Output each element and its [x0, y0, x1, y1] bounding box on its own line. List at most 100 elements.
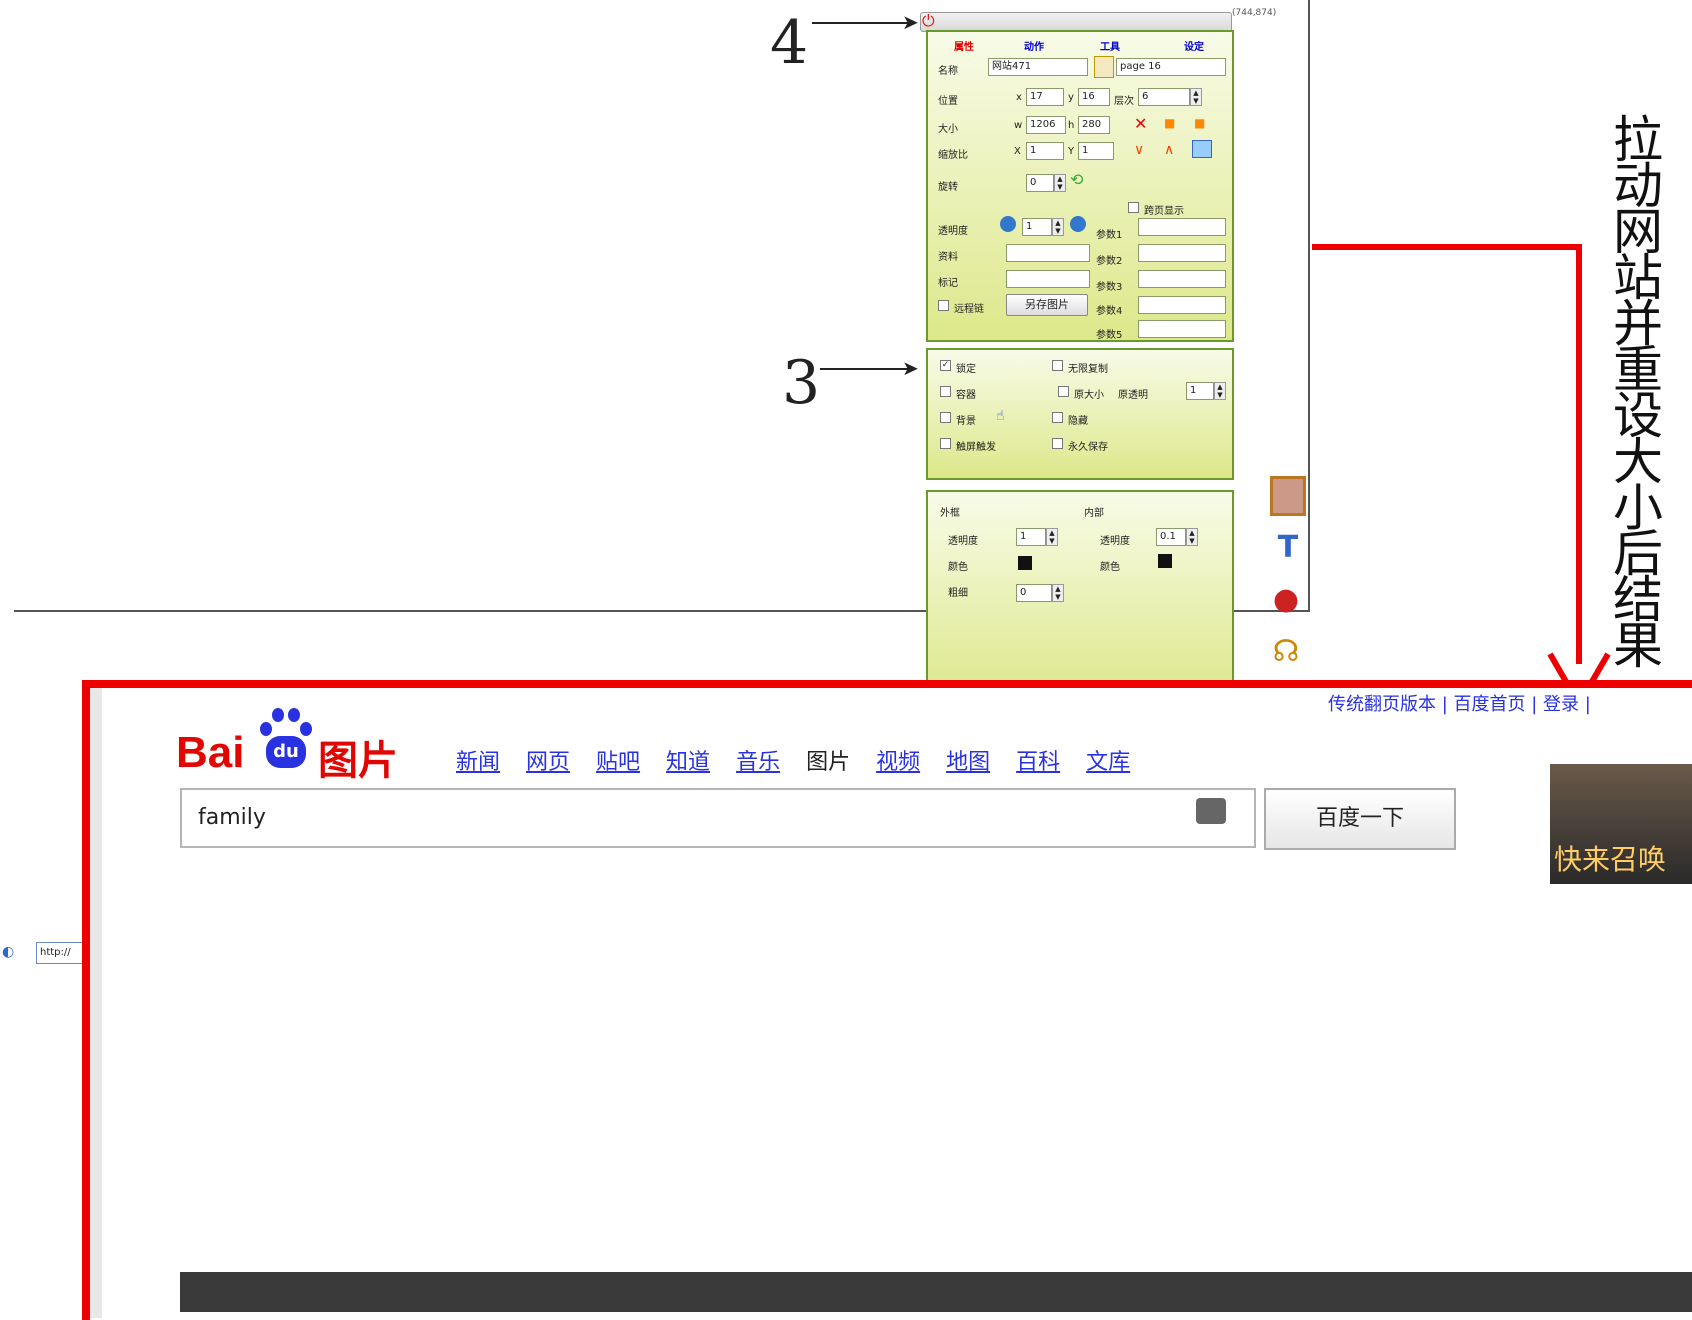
- outer-color-swatch[interactable]: [1018, 556, 1032, 570]
- width-spinner[interactable]: ▲ ▼: [1052, 584, 1064, 602]
- rotate-spinner[interactable]: ▲ ▼: [1054, 174, 1066, 192]
- outer-trans-input[interactable]: 1: [1016, 528, 1046, 546]
- side-caption-char: 大: [1613, 433, 1663, 491]
- note-icon[interactable]: [1094, 56, 1114, 78]
- orig-trans-spinner[interactable]: ▲ ▼: [1214, 382, 1226, 400]
- red-guide-horizontal: [1312, 244, 1582, 250]
- touch-checkbox[interactable]: [940, 438, 951, 449]
- mark-input[interactable]: [1006, 270, 1090, 288]
- panel-title-bar[interactable]: [920, 12, 1232, 32]
- transparency-spinner[interactable]: ▲ ▼: [1052, 218, 1064, 236]
- remote-link-checkbox[interactable]: [938, 300, 949, 311]
- move-down-icon[interactable]: ∨: [1134, 142, 1144, 158]
- flip-icon[interactable]: ⟲: [1070, 170, 1083, 189]
- ad-banner[interactable]: 快来召唤: [1550, 764, 1692, 884]
- inner-trans-input[interactable]: 0.1: [1156, 528, 1186, 546]
- data-label: 资料: [938, 252, 958, 263]
- inner-color-swatch[interactable]: [1158, 554, 1172, 568]
- container-label: 容器: [956, 390, 976, 401]
- side-caption-char: 设: [1613, 387, 1663, 445]
- text-icon[interactable]: T: [1268, 530, 1308, 570]
- power-icon[interactable]: ⏻: [922, 12, 940, 30]
- background-checkbox[interactable]: [940, 412, 951, 423]
- nav-link-6[interactable]: 视频: [876, 750, 920, 775]
- layout-icon[interactable]: [1192, 140, 1212, 158]
- param5-input[interactable]: [1138, 320, 1226, 338]
- data-input[interactable]: [1006, 244, 1090, 262]
- nav-link-4[interactable]: 音乐: [736, 750, 780, 775]
- param3-input[interactable]: [1138, 270, 1226, 288]
- rotate-input[interactable]: 0: [1026, 174, 1054, 192]
- scale-label: 缩放比: [938, 150, 968, 161]
- orig-size-label: 原大小: [1074, 390, 1104, 401]
- nav-link-7[interactable]: 地图: [946, 750, 990, 775]
- nav-link-5[interactable]: 图片: [806, 750, 850, 775]
- paste-icon[interactable]: ■: [1194, 116, 1205, 130]
- baidu-nav: 新闻 网页 贴吧 知道 音乐 图片 视频 地图 百科 文库: [456, 744, 1156, 776]
- trans-prev-icon[interactable]: [1000, 216, 1016, 232]
- hide-checkbox[interactable]: [1052, 412, 1063, 423]
- lock-checkbox[interactable]: ✓: [940, 360, 951, 371]
- side-caption-char: 果: [1613, 617, 1663, 675]
- inner-trans-spinner[interactable]: ▲ ▼: [1186, 528, 1198, 546]
- layer-label: 层次: [1114, 96, 1134, 107]
- trans-next-icon[interactable]: [1070, 216, 1086, 232]
- flash-icon[interactable]: ●: [1266, 582, 1306, 622]
- tab-settings[interactable]: 设定: [1184, 38, 1204, 53]
- width-input[interactable]: 0: [1016, 584, 1052, 602]
- transparency-label: 透明度: [938, 226, 968, 237]
- nav-link-0[interactable]: 新闻: [456, 750, 500, 775]
- orig-trans-input[interactable]: 1: [1186, 382, 1214, 400]
- h-input[interactable]: 280: [1078, 116, 1110, 134]
- nav-link-2[interactable]: 贴吧: [596, 750, 640, 775]
- y-input[interactable]: 16: [1078, 88, 1110, 106]
- nav-link-3[interactable]: 知道: [666, 750, 710, 775]
- cross-page-checkbox[interactable]: [1128, 202, 1139, 213]
- search-input[interactable]: family: [180, 788, 1256, 848]
- globe-small-icon: ◐: [2, 944, 15, 960]
- orig-size-checkbox[interactable]: [1058, 386, 1069, 397]
- outer-frame-label: 外框: [940, 508, 960, 519]
- size-label: 大小: [938, 124, 958, 135]
- param1-label: 参数1: [1096, 230, 1123, 241]
- delete-icon[interactable]: ✕: [1134, 114, 1147, 133]
- tab-tools[interactable]: 工具: [1100, 38, 1120, 53]
- hand-icon[interactable]: ☝: [996, 408, 1005, 424]
- camera-icon[interactable]: [1196, 798, 1226, 824]
- scale-y-input[interactable]: 1: [1078, 142, 1114, 160]
- param4-input[interactable]: [1138, 296, 1226, 314]
- nav-link-8[interactable]: 百科: [1016, 750, 1060, 775]
- audio-icon[interactable]: ☊: [1266, 634, 1306, 674]
- image-icon[interactable]: [1270, 476, 1306, 516]
- outer-trans-spinner[interactable]: ▲ ▼: [1046, 528, 1058, 546]
- nav-link-9[interactable]: 文库: [1086, 750, 1130, 775]
- page-input[interactable]: page 16: [1116, 58, 1226, 76]
- x-input[interactable]: 17: [1026, 88, 1064, 106]
- properties-panel: 属性 动作 工具 设定 名称 网站471 page 16 位置 x 17 y 1…: [926, 30, 1234, 342]
- w-input[interactable]: 1206: [1026, 116, 1066, 134]
- param2-input[interactable]: [1138, 244, 1226, 262]
- mark-label: 标记: [938, 278, 958, 289]
- baidu-logo-text: Bai: [176, 728, 245, 777]
- scale-x-input[interactable]: 1: [1026, 142, 1064, 160]
- no-copy-checkbox[interactable]: [1052, 360, 1063, 371]
- tab-actions[interactable]: 动作: [1024, 38, 1044, 53]
- baidu-left-gutter: [90, 688, 102, 1318]
- permanent-checkbox[interactable]: [1052, 438, 1063, 449]
- tab-properties[interactable]: 属性: [954, 38, 974, 53]
- param1-input[interactable]: [1138, 218, 1226, 236]
- move-up-icon[interactable]: ∧: [1164, 142, 1174, 158]
- transparency-input[interactable]: 1: [1022, 218, 1052, 236]
- border-panel: 外框 内部 透明度 1 ▲ ▼ 透明度 0.1 ▲ ▼ 颜色 颜色 粗细 0 ▲ ▼: [926, 490, 1234, 702]
- save-image-button[interactable]: 另存图片: [1006, 294, 1088, 316]
- layer-spinner[interactable]: ▲ ▼: [1190, 88, 1202, 106]
- top-links[interactable]: 传统翻页版本 | 百度首页 | 登录 |: [1328, 690, 1591, 716]
- nav-link-1[interactable]: 网页: [526, 750, 570, 775]
- search-button[interactable]: 百度一下: [1264, 788, 1456, 850]
- annotation-4-arrow: [812, 22, 912, 24]
- outer-color-label: 颜色: [948, 562, 968, 573]
- layer-input[interactable]: 6: [1138, 88, 1190, 106]
- name-input[interactable]: 网站471: [988, 58, 1088, 76]
- container-checkbox[interactable]: [940, 386, 951, 397]
- copy-icon[interactable]: ■: [1164, 116, 1175, 130]
